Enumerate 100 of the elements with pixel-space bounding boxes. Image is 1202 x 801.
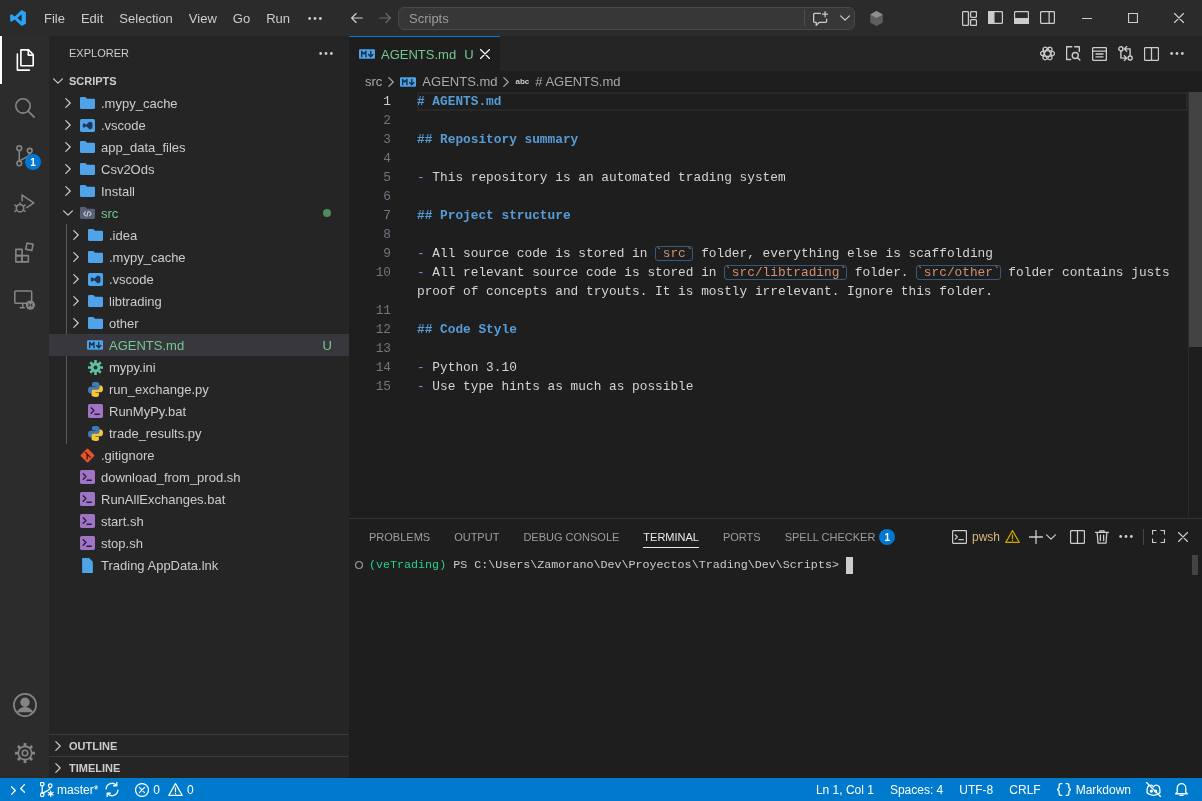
chevron-down-icon[interactable] [53, 78, 63, 84]
chevron-right-icon[interactable] [55, 762, 61, 773]
sidebar-left-icon[interactable] [987, 10, 1003, 24]
trash-icon[interactable] [1095, 529, 1109, 544]
branch-button[interactable]: master* [40, 781, 99, 798]
sync-icon[interactable] [105, 782, 120, 797]
chevron-down-icon[interactable] [1046, 533, 1056, 540]
chat-sparkle-icon[interactable] [813, 10, 828, 26]
tree-item[interactable]: .vscode [49, 114, 349, 136]
problems-button[interactable]: 0 0 [135, 782, 194, 797]
tree-item[interactable]: src [49, 202, 349, 224]
breadcrumb[interactable]: abc # AGENTS.md [515, 74, 621, 89]
remote-icon[interactable] [11, 784, 25, 795]
minimize-icon[interactable] [1082, 17, 1092, 19]
status-item[interactable]: CRLF [1001, 782, 1049, 797]
more-icon[interactable] [1170, 52, 1184, 55]
chevron-right-icon[interactable] [65, 164, 71, 174]
tree-item[interactable]: .mypy_cache [49, 92, 349, 114]
tree-item[interactable]: Install [49, 180, 349, 202]
sidebar-right-icon[interactable] [1039, 10, 1055, 24]
split-editor-icon[interactable] [1143, 46, 1159, 61]
more-icon[interactable] [308, 16, 322, 20]
bell-icon[interactable] [1175, 783, 1188, 796]
run-debug-icon[interactable] [14, 194, 35, 214]
tree-item[interactable]: other [49, 312, 349, 334]
tree-item[interactable]: .gitignore [49, 444, 349, 466]
remote-explorer-icon[interactable] [14, 290, 35, 310]
chevron-right-icon[interactable] [73, 318, 79, 328]
panel-tab[interactable]: SPELL CHECKER 1 [784, 525, 896, 548]
tree-item[interactable]: RunMyPy.bat [49, 400, 349, 422]
tree-item[interactable]: Csv2Ods [49, 158, 349, 180]
hexagon-icon[interactable] [870, 10, 883, 26]
shell-button[interactable]: pwsh [952, 529, 1020, 544]
menu-item[interactable]: Run [258, 7, 298, 29]
chevron-down-icon[interactable] [63, 210, 73, 216]
chevron-down-icon[interactable] [840, 15, 850, 21]
panel-tab[interactable]: OUTPUT [454, 525, 500, 548]
split-terminal-icon[interactable] [1070, 529, 1085, 544]
status-item[interactable]: Spaces: 4 [881, 782, 952, 797]
preview-icon[interactable] [1065, 46, 1081, 61]
tree-item[interactable]: mypy.ini [49, 356, 349, 378]
close-icon[interactable] [1178, 531, 1188, 542]
source-control-icon[interactable] [16, 145, 33, 167]
menu-item[interactable]: View [180, 7, 225, 29]
section-header[interactable]: SCRIPTS [49, 70, 349, 92]
tree-item[interactable]: run_exchange.py [49, 378, 349, 400]
tree-item[interactable]: download_from_prod.sh [49, 466, 349, 488]
command-center[interactable]: Scripts [398, 6, 855, 30]
chevron-right-icon[interactable] [65, 120, 71, 130]
knot-icon[interactable] [1039, 46, 1055, 61]
chevron-right-icon[interactable] [65, 186, 71, 196]
tree-item[interactable]: AGENTS.md U [49, 334, 349, 356]
settings-icon[interactable] [13, 742, 36, 764]
chevron-right-icon[interactable] [73, 274, 79, 284]
menu-item[interactable]: Edit [72, 7, 112, 29]
status-item[interactable]: Ln 1, Col 1 [807, 782, 882, 797]
arrow-right-icon[interactable] [379, 13, 391, 23]
layout-grid-icon[interactable] [961, 10, 977, 26]
chevron-right-icon[interactable] [65, 142, 71, 152]
files-icon[interactable] [15, 49, 34, 71]
menu-item[interactable]: Selection [111, 7, 181, 29]
panel-tab[interactable]: PORTS [722, 525, 761, 548]
extensions-icon[interactable] [15, 241, 34, 263]
tree-item[interactable]: stop.sh [49, 532, 349, 554]
panel-tab[interactable]: DEBUG CONSOLE [523, 525, 620, 548]
chevron-right-icon[interactable] [65, 98, 71, 108]
more-icon[interactable] [1119, 535, 1133, 538]
panel-bottom-icon[interactable] [1013, 10, 1029, 24]
tree-item[interactable]: .mypy_cache [49, 246, 349, 268]
window-list-icon[interactable] [1091, 46, 1107, 61]
chevron-right-icon[interactable] [55, 740, 61, 751]
maximize-panel-icon[interactable] [1152, 530, 1165, 543]
close-icon[interactable] [1174, 13, 1184, 23]
tree-item[interactable]: RunAllExchanges.bat [49, 488, 349, 510]
goggles-icon[interactable] [1146, 782, 1161, 797]
language-button[interactable]: Markdown [1048, 782, 1139, 797]
arrow-left-icon[interactable] [351, 13, 363, 23]
tree-item[interactable]: trade_results.py [49, 422, 349, 444]
section-header[interactable]: OUTLINE [49, 734, 349, 756]
tree-item[interactable]: .idea [49, 224, 349, 246]
chevron-right-icon[interactable] [73, 296, 79, 306]
panel-tab[interactable]: TERMINAL [643, 525, 699, 548]
tree-item[interactable]: app_data_files [49, 136, 349, 158]
editor-tab[interactable]: AGENTS.md U [349, 36, 500, 71]
compare-changes-icon[interactable] [1117, 46, 1133, 61]
tree-item[interactable]: Trading AppData.lnk [49, 554, 349, 576]
plus-icon[interactable] [1029, 529, 1043, 544]
scrollbar-thumb[interactable] [1189, 92, 1202, 347]
account-icon[interactable] [12, 693, 37, 717]
maximize-icon[interactable] [1128, 13, 1138, 23]
tree-item[interactable]: start.sh [49, 510, 349, 532]
search-icon[interactable] [14, 98, 35, 118]
panel-tab[interactable]: PROBLEMS [369, 525, 431, 548]
scrollbar-thumb[interactable] [1192, 555, 1198, 575]
tree-item[interactable]: libtrading [49, 290, 349, 312]
breadcrumb[interactable]: AGENTS.md [400, 74, 498, 89]
breadcrumb[interactable]: src [365, 74, 383, 89]
status-item[interactable]: UTF-8 [951, 782, 1002, 797]
chevron-right-icon[interactable] [73, 230, 79, 240]
more-icon[interactable] [319, 51, 333, 55]
